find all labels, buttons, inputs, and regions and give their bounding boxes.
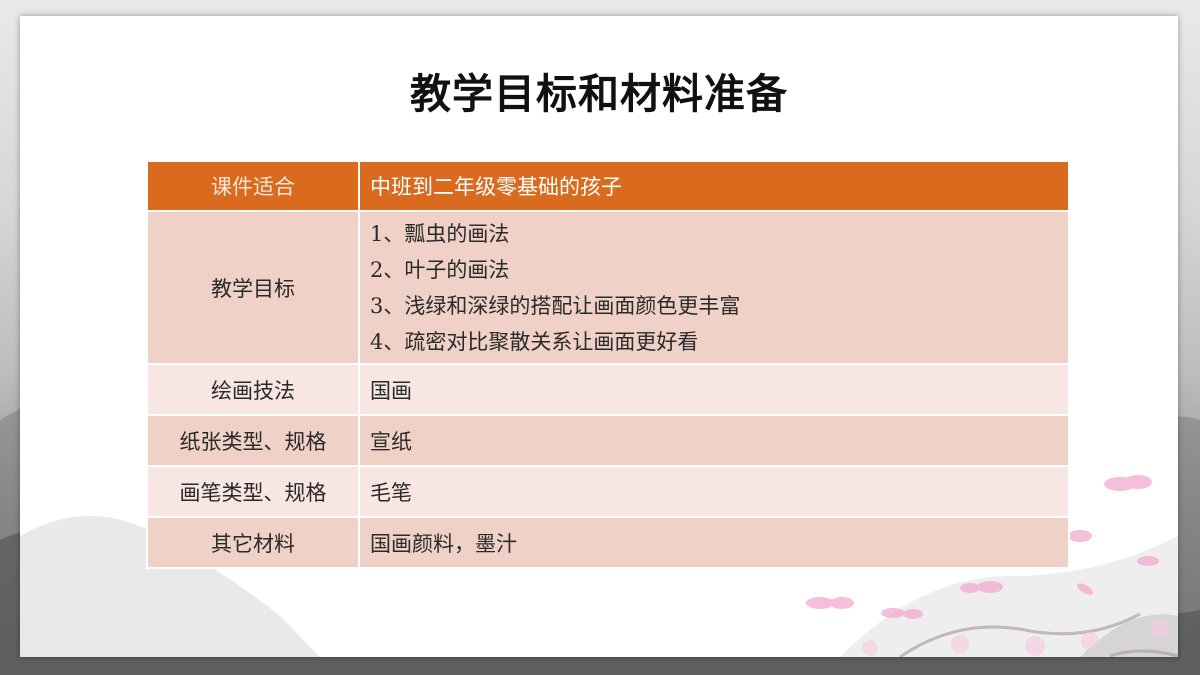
table-row: 纸张类型、规格 宣纸 — [146, 414, 1070, 467]
header-value-cell: 中班到二年级零基础的孩子 — [358, 160, 1070, 212]
goals-label-cell: 教学目标 — [146, 210, 360, 365]
row-label-cell: 绘画技法 — [146, 363, 360, 416]
table-row-goals: 教学目标 1、瓢虫的画法 2、叶子的画法 3、浅绿和深绿的搭配让画面颜色更丰富 … — [146, 210, 1070, 365]
materials-table: 课件适合 中班到二年级零基础的孩子 教学目标 1、瓢虫的画法 2、叶子的画法 3… — [146, 160, 1070, 569]
row-value-cell: 国画 — [358, 363, 1070, 416]
goal-item: 4、疏密对比聚散关系让画面更好看 — [370, 329, 699, 354]
goals-value-cell: 1、瓢虫的画法 2、叶子的画法 3、浅绿和深绿的搭配让画面颜色更丰富 4、疏密对… — [358, 210, 1070, 365]
slide: 教学目标和材料准备 课件适合 中班到二年级零基础的孩子 教学目标 1、瓢虫的画法… — [20, 16, 1178, 657]
row-value-cell: 宣纸 — [358, 414, 1070, 467]
row-value-cell: 国画颜料，墨汁 — [358, 516, 1070, 569]
header-label-cell: 课件适合 — [146, 160, 360, 212]
row-label-cell: 纸张类型、规格 — [146, 414, 360, 467]
row-value-cell: 毛笔 — [358, 465, 1070, 518]
table-row: 其它材料 国画颜料，墨汁 — [146, 516, 1070, 569]
table-header-row: 课件适合 中班到二年级零基础的孩子 — [146, 160, 1070, 212]
row-label-cell: 其它材料 — [146, 516, 360, 569]
table-row: 画笔类型、规格 毛笔 — [146, 465, 1070, 518]
goal-item: 3、浅绿和深绿的搭配让画面颜色更丰富 — [370, 293, 741, 318]
goal-item: 1、瓢虫的画法 — [370, 221, 510, 246]
row-label-cell: 画笔类型、规格 — [146, 465, 360, 518]
table-row: 绘画技法 国画 — [146, 363, 1070, 416]
goal-item: 2、叶子的画法 — [370, 257, 510, 282]
page-title: 教学目标和材料准备 — [410, 70, 788, 118]
